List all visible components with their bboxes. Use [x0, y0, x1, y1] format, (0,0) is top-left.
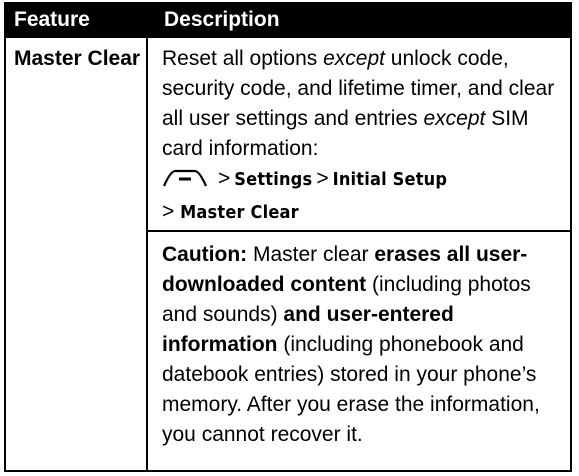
- feature-table: Feature Description Master Clear Reset a…: [4, 2, 572, 472]
- header-description: Description: [164, 8, 280, 31]
- desc-text-1: Reset all options: [162, 47, 324, 70]
- feature-name: Master Clear: [6, 38, 148, 470]
- path-item-initial-setup: Initial Setup: [332, 169, 448, 190]
- header-feature: Feature: [14, 8, 90, 31]
- path-item-master-clear: Master Clear: [180, 202, 299, 223]
- path-separator: >: [218, 167, 231, 190]
- description-cell: Reset all options except unlock code, se…: [148, 38, 570, 470]
- description-text: Reset all options except unlock code, se…: [148, 38, 570, 232]
- path-separator: >: [316, 167, 329, 190]
- caution-text: Caution: Master clear erases all user-do…: [148, 232, 570, 450]
- path-item-settings: Settings: [234, 169, 313, 190]
- caution-text-1: Master clear: [247, 243, 375, 266]
- table-row: Master Clear Reset all options except un…: [6, 38, 570, 470]
- menu-key-icon: [162, 167, 208, 197]
- caution-label: Caution:: [162, 243, 248, 266]
- table-header: Feature Description: [6, 2, 570, 38]
- desc-except-2: except: [423, 107, 486, 130]
- desc-except-1: except: [323, 47, 385, 70]
- path-separator: >: [162, 200, 175, 223]
